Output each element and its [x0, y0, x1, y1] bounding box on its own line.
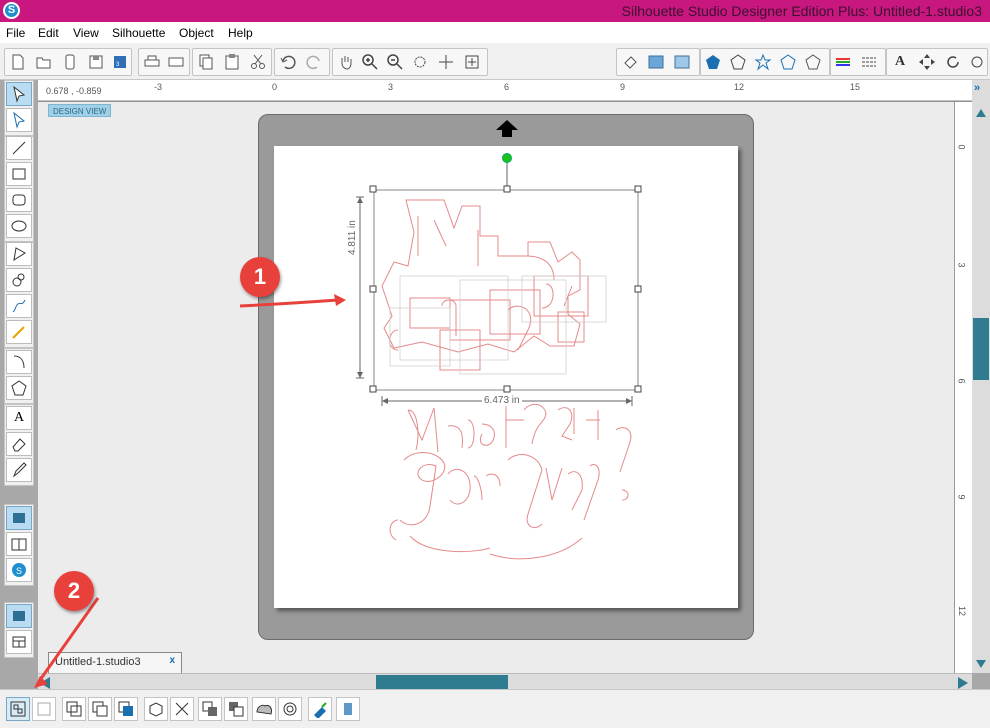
annotation-badge-2: 2 [54, 571, 94, 611]
annotation-arrows [34, 294, 346, 688]
app-window: S Silhouette Studio Designer Edition Plu… [0, 0, 990, 728]
annotation-badge-1: 1 [240, 257, 280, 297]
